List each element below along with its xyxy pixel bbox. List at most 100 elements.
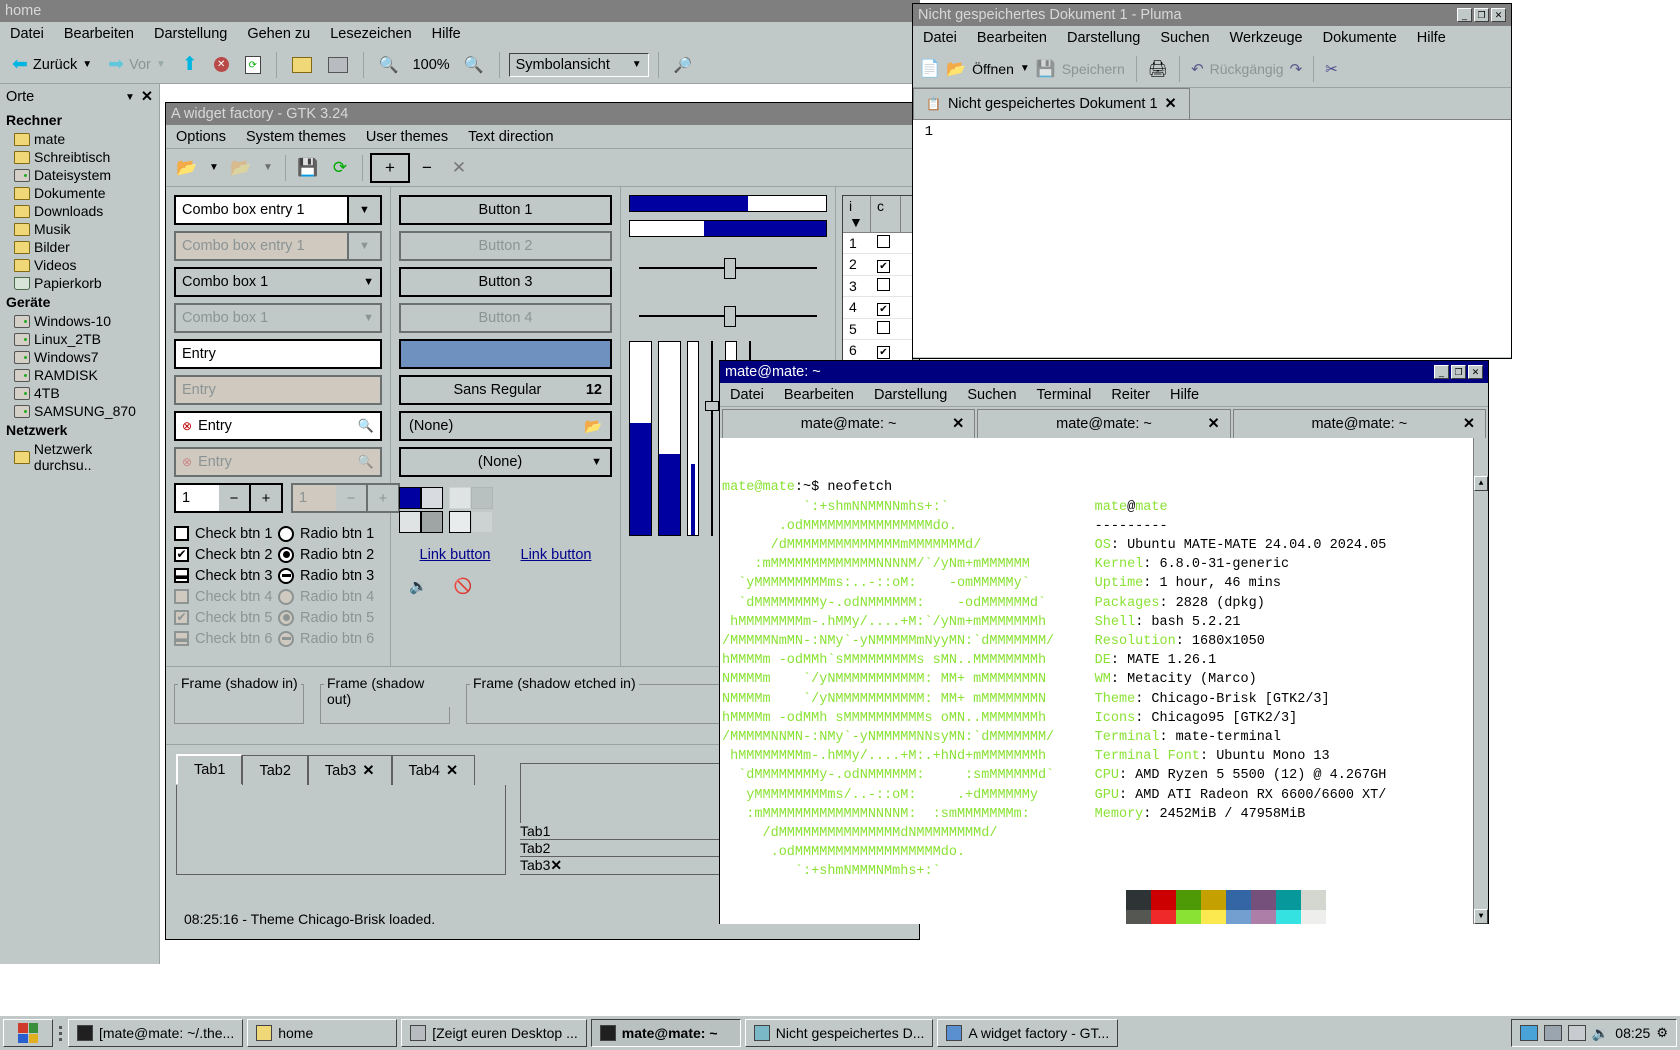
taskbar-item-6[interactable]: A widget factory - GT... bbox=[937, 1019, 1119, 1047]
system-tray[interactable]: 🔉 08:25 ⚙ bbox=[1510, 1019, 1677, 1047]
remove-button[interactable]: − bbox=[412, 153, 442, 183]
button-1[interactable]: Button 1 bbox=[399, 195, 612, 225]
menu-lesezeichen[interactable]: Lesezeichen bbox=[320, 23, 421, 45]
check-button-1[interactable]: Check btn 1 bbox=[174, 523, 278, 544]
check-button-3[interactable]: ▬ Check btn 3 bbox=[174, 565, 278, 586]
notebook-top[interactable]: Tab1 Tab2 Tab3 ✕ Tab4 ✕ bbox=[176, 754, 506, 875]
accessibility-icon[interactable] bbox=[1519, 1025, 1538, 1041]
search-button[interactable]: 🔎 bbox=[668, 53, 699, 77]
maximize-button[interactable]: ❐ bbox=[1474, 8, 1489, 22]
pluma-document-tabs[interactable]: 📋 Nicht gespeichertes Dokument 1 ✕ bbox=[913, 88, 1511, 120]
table-row[interactable]: 3 bbox=[843, 276, 912, 297]
spinbutton-increment[interactable]: + bbox=[251, 483, 283, 513]
notebook-top-tabs[interactable]: Tab1 Tab2 Tab3 ✕ Tab4 ✕ bbox=[176, 754, 506, 785]
updates-icon[interactable]: ⚙ bbox=[1656, 1025, 1668, 1041]
file-manager-titlebar[interactable]: home bbox=[0, 0, 920, 22]
tab-tab1[interactable]: Tab1 bbox=[176, 754, 243, 784]
window-buttons[interactable]: _ ❐ ✕ bbox=[1434, 365, 1483, 379]
table-row[interactable]: 6 ✔ bbox=[843, 340, 912, 362]
swatch-white[interactable] bbox=[449, 511, 471, 533]
tab-tab3[interactable]: Tab3 ✕ bbox=[307, 755, 392, 785]
tree-header[interactable]: i ▼ c bbox=[843, 196, 912, 233]
place-item-videos[interactable]: Videos bbox=[0, 256, 159, 274]
cell-check[interactable] bbox=[871, 276, 901, 296]
close-icon[interactable]: ✕ bbox=[362, 763, 374, 779]
swatch-light[interactable] bbox=[421, 487, 443, 509]
cell-check[interactable] bbox=[871, 319, 901, 339]
check-button-2[interactable]: ✔ Check btn 2 bbox=[174, 544, 278, 565]
menu-dokumente[interactable]: Dokumente bbox=[1313, 27, 1407, 49]
clear-icon[interactable]: ⊗ bbox=[182, 419, 192, 433]
swatch-pale-2[interactable] bbox=[399, 511, 421, 533]
chevron-down-icon[interactable]: ▼ bbox=[1020, 63, 1030, 74]
entry-with-icons[interactable]: ⊗ Entry 🔍 bbox=[174, 411, 382, 441]
swatch-midgray[interactable] bbox=[421, 511, 443, 533]
close-icon[interactable]: ✕ bbox=[446, 763, 458, 779]
menu-gehen-zu[interactable]: Gehen zu bbox=[237, 23, 320, 45]
swatch-row-2[interactable] bbox=[399, 511, 612, 533]
spinbutton-decrement[interactable]: − bbox=[219, 483, 251, 513]
close-icon[interactable]: ✕ bbox=[141, 89, 153, 105]
combobox-entry-1-value[interactable]: Combo box entry 1 bbox=[174, 195, 347, 225]
entry-plain[interactable]: Entry bbox=[174, 339, 382, 369]
table-row[interactable]: 5 bbox=[843, 319, 912, 340]
delete-button[interactable]: ✕ bbox=[444, 153, 474, 183]
place-item-papierkorb[interactable]: Papierkorb bbox=[0, 274, 159, 292]
combobox-1[interactable]: Combo box 1 ▼ bbox=[174, 267, 382, 297]
file-manager-menubar[interactable]: Datei Bearbeiten Darstellung Gehen zu Le… bbox=[0, 22, 920, 46]
taskbar-item-2[interactable]: home bbox=[247, 1019, 398, 1047]
menu-darstellung[interactable]: Darstellung bbox=[144, 23, 237, 45]
widget-factory-titlebar[interactable]: A widget factory - GTK 3.24 bbox=[166, 103, 919, 125]
radio-button-2[interactable]: Radio btn 2 bbox=[278, 544, 382, 565]
tab-tab2[interactable]: Tab2 bbox=[242, 755, 308, 785]
no-entry-icon[interactable]: 🚫 bbox=[454, 577, 473, 595]
place-item-4tb[interactable]: 4TB bbox=[0, 384, 159, 402]
swatch-blue[interactable] bbox=[399, 487, 421, 509]
close-button[interactable]: ✕ bbox=[1468, 365, 1483, 379]
open-label[interactable]: Öffnen bbox=[972, 61, 1014, 77]
place-item-ramdisk[interactable]: RAMDISK bbox=[0, 366, 159, 384]
menu-suchen[interactable]: Suchen bbox=[957, 384, 1026, 406]
save-button[interactable]: 💾 bbox=[293, 153, 323, 183]
open-button[interactable]: 📂 bbox=[172, 153, 202, 183]
chevron-down-icon[interactable]: ▼ bbox=[125, 92, 135, 103]
spinbutton[interactable]: 1 − + bbox=[174, 483, 283, 513]
cell-check[interactable]: ✔ bbox=[871, 297, 901, 318]
menu-bearbeiten[interactable]: Bearbeiten bbox=[774, 384, 864, 406]
close-icon[interactable]: ✕ bbox=[952, 416, 964, 432]
menu-datei[interactable]: Datei bbox=[720, 384, 774, 406]
taskbar-item-5[interactable]: Nicht gespeichertes D... bbox=[744, 1019, 934, 1047]
view-mode-select[interactable]: Symbolansicht ▼ bbox=[508, 52, 649, 77]
table-row[interactable]: 4 ✔ bbox=[843, 297, 912, 319]
close-button[interactable]: ✕ bbox=[1491, 8, 1506, 22]
slider-2[interactable] bbox=[629, 303, 827, 329]
terminal-window[interactable]: mate@mate: ~ _ ❐ ✕ Datei Bearbeiten Dars… bbox=[719, 360, 1489, 924]
menu-options[interactable]: Options bbox=[166, 126, 236, 148]
menu-darstellung[interactable]: Darstellung bbox=[1057, 27, 1150, 49]
places-list[interactable]: Rechner mate Schreibtisch Dateisystem Dokume… bbox=[0, 110, 159, 474]
menu-terminal[interactable]: Terminal bbox=[1027, 384, 1102, 406]
volume-icon[interactable]: 🔉 bbox=[1592, 1025, 1609, 1042]
place-item-netzwerk-durchsu-[interactable]: Netzwerk durchsu.. bbox=[0, 440, 159, 474]
terminal-titlebar[interactable]: mate@mate: ~ _ ❐ ✕ bbox=[720, 361, 1488, 383]
terminal-scrollbar[interactable]: ▲ ▼ bbox=[1473, 438, 1488, 924]
open-menu-button[interactable]: ▼ bbox=[204, 153, 224, 183]
table-row[interactable]: 1 bbox=[843, 233, 912, 254]
up-button[interactable]: ⬆ bbox=[176, 55, 204, 75]
scroll-down-icon[interactable]: ▼ bbox=[1474, 909, 1488, 924]
places-sidebar[interactable]: Orte ▼ ✕ Rechner mate Schreibtisch Dateisys… bbox=[0, 84, 160, 964]
cell-check[interactable] bbox=[871, 233, 901, 253]
volume-icon[interactable]: 🔉 bbox=[409, 577, 428, 595]
place-item-schreibtisch[interactable]: Schreibtisch bbox=[0, 148, 159, 166]
add-button[interactable]: + bbox=[370, 152, 410, 183]
forward-button[interactable]: ➡ Vor ▼ bbox=[102, 54, 172, 76]
chevron-down-icon[interactable]: ▼ bbox=[156, 59, 166, 70]
back-button[interactable]: ⬅ Zurück ▼ bbox=[6, 54, 98, 76]
task-list[interactable]: [mate@mate: ~/.the... home [Zeigt euren De… bbox=[68, 1019, 1507, 1047]
menu-darstellung[interactable]: Darstellung bbox=[864, 384, 957, 406]
text-area[interactable] bbox=[937, 120, 1511, 357]
taskbar-item-3[interactable]: [Zeigt euren Desktop ... bbox=[401, 1019, 587, 1047]
file-manager-toolbar[interactable]: ⬅ Zurück ▼ ➡ Vor ▼ ⬆ ✕ ⟳ 🔍 100% 🔍 Symbol… bbox=[0, 46, 920, 84]
file-chooser-button[interactable]: (None) 📂 bbox=[399, 411, 612, 441]
pluma-toolbar[interactable]: 📄 📂 Öffnen ▼ 💾 Speichern 🖨 ↶ Rückgängig … bbox=[913, 50, 1511, 88]
